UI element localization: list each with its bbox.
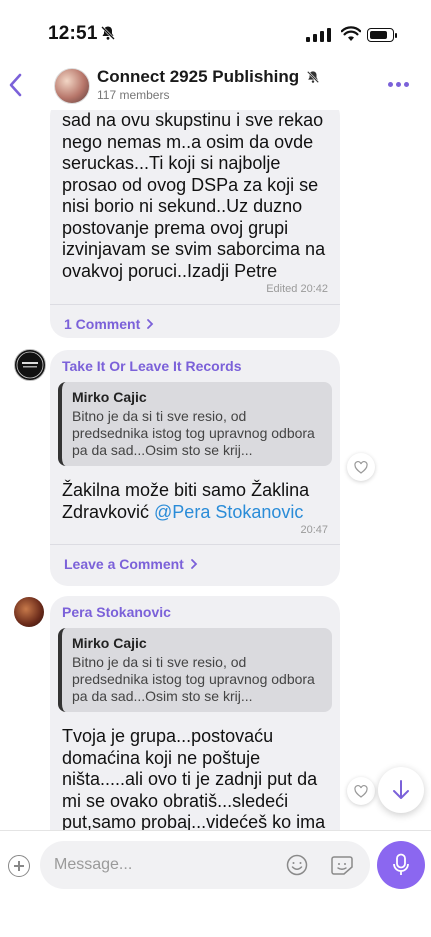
message-composer: Message... [0,830,431,937]
cellular-signal-icon [306,28,331,42]
quoted-author: Mirko Cajic [72,389,147,405]
leave-comment-link[interactable]: Leave a Comment [50,545,340,583]
muted-bell-icon [307,70,320,84]
bell-muted-icon [101,26,115,40]
message-bubble[interactable]: sad na ovu skupstinu i sve rekao nego ne… [50,110,340,338]
scroll-to-bottom-button[interactable] [378,767,424,813]
message-input-placeholder: Message... [54,856,133,873]
more-options-icon[interactable] [388,82,409,87]
record-label-logo-icon [16,351,44,379]
quoted-reply[interactable]: Mirko Cajic Bitno je da si ti sve resio,… [58,382,332,466]
member-count: 117 members [97,88,170,102]
message-text: Žakilna može biti samo Žaklina Zdravkovi… [50,480,340,523]
heart-icon [354,460,368,474]
microphone-icon [393,853,409,875]
battery-icon [367,28,397,42]
sender-avatar[interactable] [14,349,46,381]
status-bar: 12:51 [0,0,431,60]
sticker-icon[interactable] [330,854,354,876]
voice-message-button[interactable] [377,841,425,889]
group-title[interactable]: Connect 2925 Publishing [97,67,299,87]
quoted-text: Bitno je da si ti sve resio, od predsedn… [72,654,315,704]
sender-name[interactable]: Take It Or Leave It Records [50,350,340,374]
message-text: Tvoja je grupa...postovaću domaćina koji… [62,726,326,830]
arrow-down-icon [393,780,409,799]
like-heart-button[interactable] [347,453,375,481]
comments-link[interactable]: 1 Comment [50,305,340,343]
title-row[interactable]: Connect 2925 Publishing [97,67,320,87]
like-heart-button[interactable] [347,777,375,805]
back-chevron-icon[interactable] [6,70,26,100]
message-meta: Edited 20:42 [50,283,340,295]
quoted-author: Mirko Cajic [72,635,147,651]
group-avatar[interactable] [54,68,90,104]
status-time: 12:51 [48,23,98,44]
message-list[interactable]: sad na ovu skupstinu i sve rekao nego ne… [0,110,431,830]
chevron-right-icon [147,319,154,329]
chevron-right-icon [190,559,198,569]
leave-comment-label: Leave a Comment [64,556,184,572]
mention-link[interactable]: @Pera Stokanovic [154,502,303,522]
comments-link-label: 1 Comment [64,316,141,332]
wifi-icon [341,26,361,41]
chat-header: Connect 2925 Publishing 117 members [0,60,431,110]
emoji-icon[interactable] [286,854,308,876]
message-input[interactable]: Message... [40,841,370,889]
sender-avatar[interactable] [14,597,44,627]
edited-label: Edited [266,283,298,295]
sender-name[interactable]: Pera Stokanovic [50,596,340,620]
message-bubble[interactable]: Take It Or Leave It Records Mirko Cajic … [50,350,340,586]
message-time: 20:47 [300,524,328,536]
add-attachment-icon[interactable] [8,855,30,877]
heart-icon [354,784,368,798]
quoted-text: Bitno je da si ti sve resio, od predsedn… [72,408,315,458]
quoted-reply[interactable]: Mirko Cajic Bitno je da si ti sve resio,… [58,628,332,712]
message-time: 20:42 [300,283,328,295]
message-bubble[interactable]: Pera Stokanovic Mirko Cajic Bitno je da … [50,596,340,830]
message-text: sad na ovu skupstinu i sve rekao nego ne… [62,110,326,281]
